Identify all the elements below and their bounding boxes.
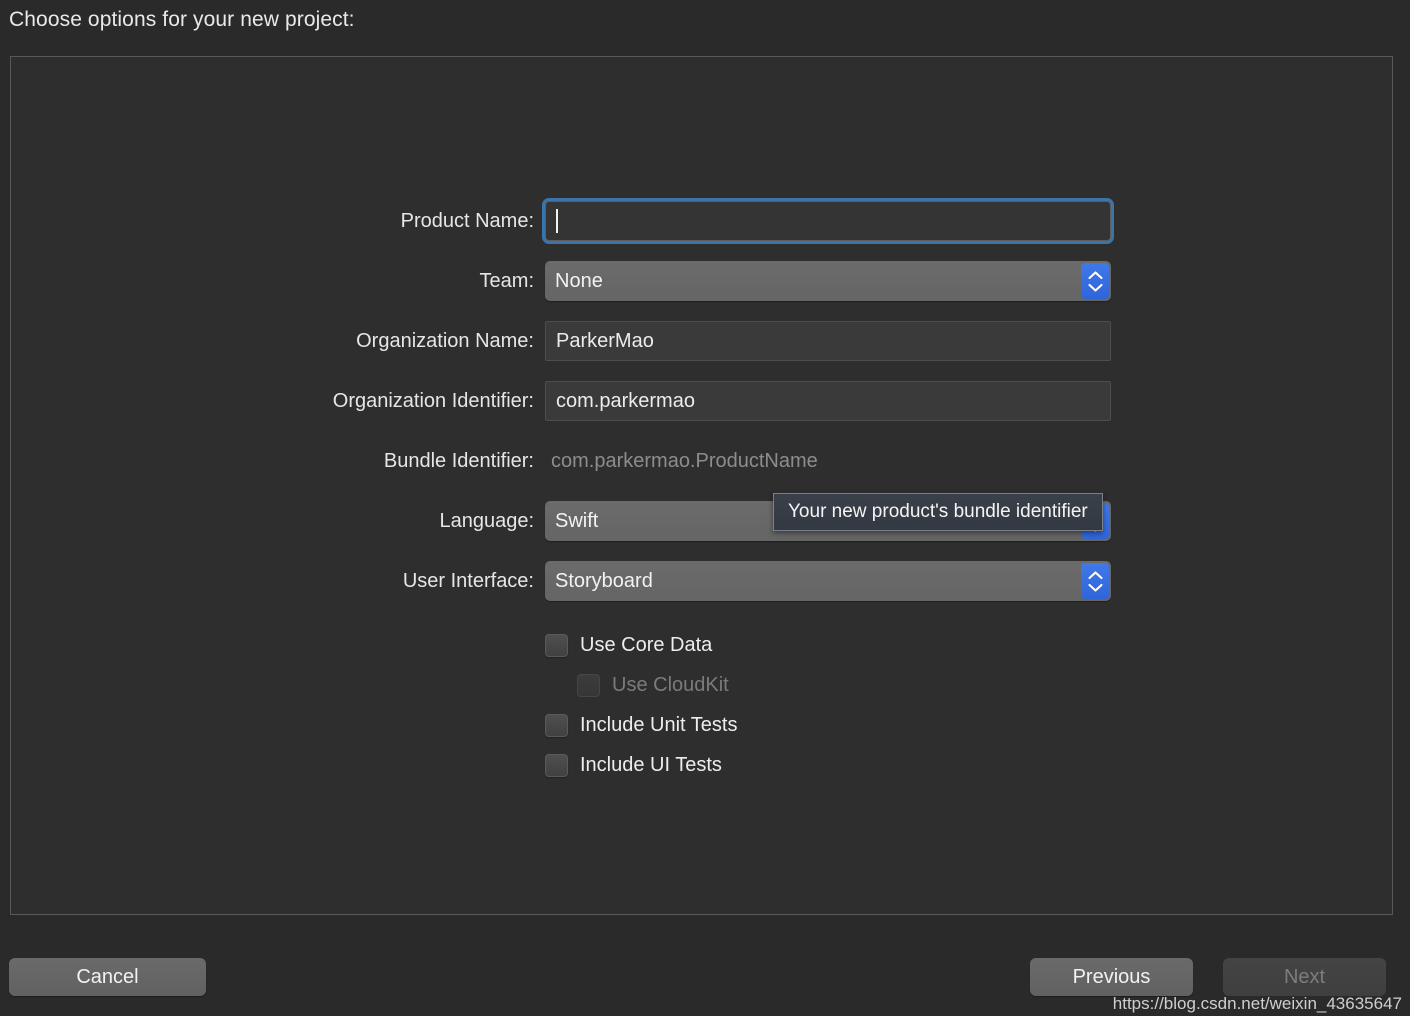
label-organization-name: Organization Name: bbox=[356, 330, 534, 352]
language-value: Swift bbox=[555, 509, 599, 532]
form-row-bundle-identifier: Bundle Identifier: com.parkermao.Product… bbox=[11, 441, 1392, 481]
previous-button[interactable]: Previous bbox=[1030, 958, 1193, 996]
form-row-language: Language: Swift bbox=[11, 501, 1392, 541]
next-button: Next bbox=[1223, 958, 1386, 996]
form-row-organization-identifier: Organization Identifier: com.parkermao bbox=[11, 381, 1392, 421]
label-team: Team: bbox=[479, 270, 534, 292]
project-options-form: Product Name: Team: None Organization Na… bbox=[11, 201, 1392, 621]
organization-name-input[interactable]: ParkerMao bbox=[545, 321, 1111, 361]
label-bundle-identifier: Bundle Identifier: bbox=[383, 450, 534, 472]
bundle-identifier-value: com.parkermao.ProductName bbox=[551, 450, 818, 472]
chevron-updown-icon[interactable] bbox=[1081, 263, 1109, 299]
team-value: None bbox=[555, 269, 603, 292]
label-organization-identifier: Organization Identifier: bbox=[332, 390, 534, 412]
checkbox-include-unit-tests[interactable] bbox=[545, 713, 568, 737]
label-product-name: Product Name: bbox=[400, 210, 534, 232]
checkbox-use-cloudkit bbox=[577, 673, 600, 697]
label-user-interface: User Interface: bbox=[402, 570, 534, 592]
checkbox-label-use-cloudkit: Use CloudKit bbox=[612, 673, 729, 696]
form-row-product-name: Product Name: bbox=[11, 201, 1392, 241]
checkbox-label-include-ui-tests: Include UI Tests bbox=[580, 753, 722, 776]
checkbox-include-ui-tests[interactable] bbox=[545, 753, 568, 777]
form-row-user-interface: User Interface: Storyboard bbox=[11, 561, 1392, 601]
checkbox-row-include-unit-tests[interactable]: Include Unit Tests bbox=[11, 705, 1392, 745]
label-language: Language: bbox=[439, 510, 534, 532]
checkbox-label-use-core-data: Use Core Data bbox=[580, 633, 713, 656]
checkbox-row-include-ui-tests[interactable]: Include UI Tests bbox=[11, 745, 1392, 785]
form-row-organization-name: Organization Name: ParkerMao bbox=[11, 321, 1392, 361]
page-title: Choose options for your new project: bbox=[9, 8, 355, 31]
text-caret bbox=[556, 209, 558, 233]
organization-identifier-value: com.parkermao bbox=[556, 389, 695, 412]
user-interface-value: Storyboard bbox=[555, 569, 653, 592]
options-panel: Product Name: Team: None Organization Na… bbox=[10, 56, 1393, 915]
checkbox-use-core-data[interactable] bbox=[545, 633, 568, 657]
tooltip-bundle-identifier: Your new product's bundle identifier bbox=[773, 493, 1103, 531]
checkbox-row-use-core-data[interactable]: Use Core Data bbox=[11, 625, 1392, 665]
form-row-team: Team: None bbox=[11, 261, 1392, 301]
user-interface-dropdown[interactable]: Storyboard bbox=[545, 561, 1111, 601]
team-dropdown[interactable]: None bbox=[545, 261, 1111, 301]
chevron-updown-icon[interactable] bbox=[1081, 563, 1109, 599]
product-name-input[interactable] bbox=[545, 201, 1111, 241]
checkbox-row-use-cloudkit: Use CloudKit bbox=[11, 665, 1392, 705]
organization-name-value: ParkerMao bbox=[556, 329, 654, 352]
checkbox-label-include-unit-tests: Include Unit Tests bbox=[580, 713, 738, 736]
watermark: https://blog.csdn.net/weixin_43635647 bbox=[1112, 994, 1402, 1013]
project-options-checkboxes: Use Core Data Use CloudKit Include Unit … bbox=[11, 625, 1392, 785]
organization-identifier-input[interactable]: com.parkermao bbox=[545, 381, 1111, 421]
cancel-button[interactable]: Cancel bbox=[9, 958, 206, 996]
